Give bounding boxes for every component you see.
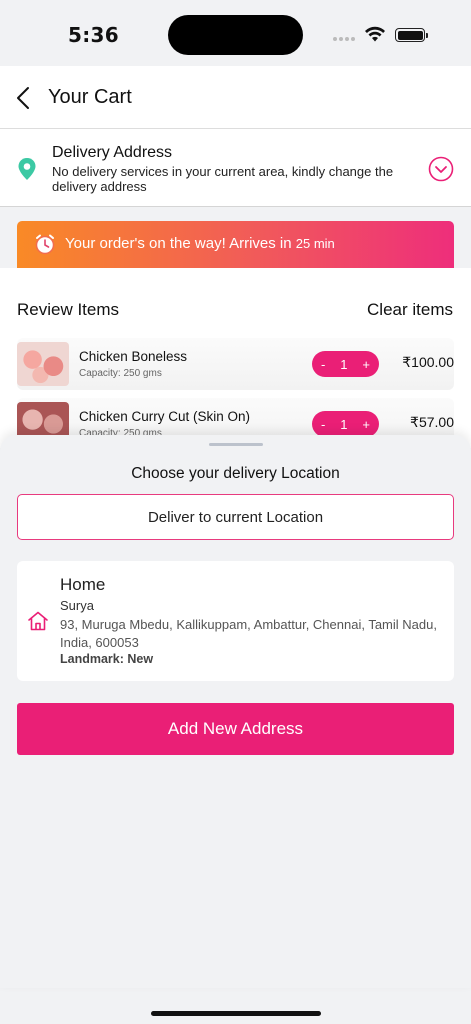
location-pin-icon bbox=[18, 158, 36, 180]
item-name: Chicken Curry Cut (Skin On) bbox=[79, 409, 251, 424]
quantity-value: 1 bbox=[340, 416, 348, 432]
address-name: Surya bbox=[60, 598, 94, 613]
page-title: Your Cart bbox=[48, 86, 132, 108]
item-capacity: Capacity: 250 gms bbox=[79, 368, 162, 379]
delivery-address-message: No delivery services in your current are… bbox=[52, 164, 394, 194]
dynamic-island bbox=[168, 15, 303, 55]
delivery-location-sheet: Choose your delivery Location Deliver to… bbox=[0, 435, 471, 988]
order-status-banner: Your order's on the way! Arrives in 25 m… bbox=[17, 221, 454, 268]
quantity-stepper: - 1 + bbox=[312, 411, 379, 437]
sheet-title: Choose your delivery Location bbox=[131, 465, 340, 482]
quantity-stepper: - 1 + bbox=[312, 351, 379, 377]
decrement-button[interactable]: - bbox=[321, 417, 325, 432]
saved-address-card[interactable]: Home Surya 93, Muruga Mbedu, Kallikuppam… bbox=[17, 561, 454, 681]
address-landmark: Landmark: New bbox=[60, 652, 154, 666]
back-arrow-icon[interactable] bbox=[14, 86, 34, 110]
chicken-boneless-image bbox=[17, 342, 69, 386]
address-line: 93, Muruga Mbedu, Kallikuppam, Ambattur,… bbox=[60, 617, 437, 650]
address-label: Home bbox=[60, 575, 106, 594]
alarm-clock-icon bbox=[35, 234, 55, 255]
wifi-icon bbox=[365, 26, 385, 42]
delivery-address-bar[interactable]: Delivery Address No delivery services in… bbox=[0, 129, 471, 207]
chevron-down-icon[interactable] bbox=[428, 156, 454, 182]
battery-icon bbox=[395, 28, 428, 42]
home-icon bbox=[28, 611, 48, 631]
cart-header: Your Cart bbox=[0, 66, 471, 129]
cart-item-row: Chicken Boneless Capacity: 250 gms - 1 +… bbox=[17, 338, 454, 390]
home-indicator[interactable] bbox=[151, 1011, 321, 1016]
quantity-value: 1 bbox=[340, 356, 348, 372]
status-bar: 5:36 bbox=[0, 0, 471, 66]
add-new-address-button[interactable]: Add New Address bbox=[17, 703, 454, 755]
item-price: ₹57.00 bbox=[410, 414, 454, 430]
status-time: 5:36 bbox=[68, 23, 119, 47]
cellular-signal-icon bbox=[333, 37, 355, 41]
item-name: Chicken Boneless bbox=[79, 349, 188, 364]
order-status-text: Your order's on the way! Arrives in 25 m… bbox=[65, 235, 335, 252]
increment-button[interactable]: + bbox=[362, 417, 370, 432]
sheet-drag-handle[interactable] bbox=[209, 443, 263, 446]
item-price: ₹100.00 bbox=[402, 354, 454, 370]
order-eta: 25 min bbox=[295, 236, 335, 251]
increment-button[interactable]: + bbox=[362, 357, 370, 372]
deliver-current-location-button[interactable]: Deliver to current Location bbox=[17, 494, 454, 540]
decrement-button[interactable]: - bbox=[321, 357, 325, 372]
clear-items-button[interactable]: Clear items bbox=[367, 300, 453, 320]
delivery-address-title: Delivery Address bbox=[52, 144, 173, 161]
order-status-message: Your order's on the way! Arrives in bbox=[65, 235, 296, 252]
review-items-title: Review Items bbox=[17, 300, 120, 319]
